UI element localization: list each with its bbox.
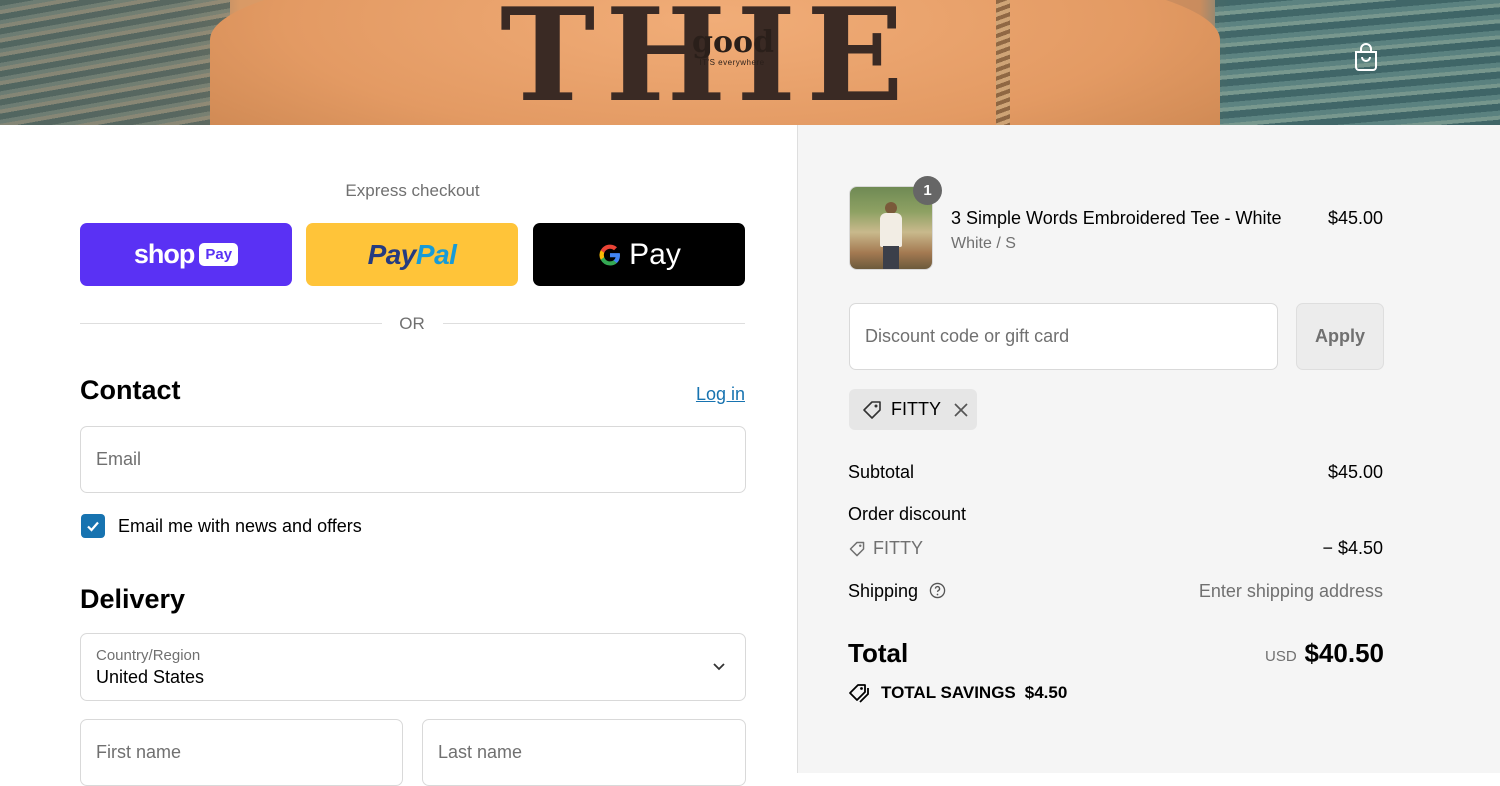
subtotal-label: Subtotal: [848, 462, 915, 482]
total-currency: USD: [1265, 648, 1297, 665]
applied-discount-code: FITTY: [891, 399, 941, 419]
paypal-logo-pay: Pay: [367, 238, 417, 270]
newsletter-checkbox[interactable]: [81, 514, 105, 538]
discount-value: − $4.50: [1322, 538, 1383, 558]
checkmark-icon: [87, 521, 99, 532]
last-name-input[interactable]: [423, 720, 745, 785]
total-savings-label: TOTAL SAVINGS: [881, 683, 1016, 702]
applied-discount-chip: FITTY: [849, 389, 977, 430]
apply-discount-button[interactable]: Apply: [1296, 303, 1384, 370]
hero-banner: THIE good IT'S everywhere: [0, 0, 1500, 125]
thumbnail-person-legs: [883, 246, 899, 269]
discount-code-text: FITTY: [873, 538, 923, 558]
discount-code-row: FITTY: [848, 538, 923, 559]
tag-icon: [863, 400, 881, 419]
total-label: Total: [848, 638, 909, 668]
product-variant: White / S: [951, 235, 1016, 252]
email-input[interactable]: [81, 427, 745, 492]
shop-pay-badge: Pay: [199, 243, 239, 266]
email-field[interactable]: [80, 426, 746, 493]
google-g-icon: [599, 244, 621, 265]
help-circle-icon[interactable]: [929, 582, 946, 599]
tag-icon: [849, 541, 865, 556]
store-logo[interactable]: good IT'S everywhere: [692, 25, 774, 68]
google-pay-button[interactable]: Pay: [533, 223, 745, 286]
login-link[interactable]: Log in: [640, 384, 745, 405]
paypal-button[interactable]: PayPal: [306, 223, 518, 286]
order-summary: 1 3 Simple Words Embroidered Tee - White…: [797, 125, 1500, 773]
country-label: Country/Region: [96, 647, 201, 664]
country-value: United States: [96, 667, 205, 687]
product-title: 3 Simple Words Embroidered Tee - White: [951, 208, 1282, 228]
subtotal-value: $45.00: [1327, 462, 1383, 482]
or-line-left: [80, 323, 382, 324]
hero-rope: [996, 0, 1010, 125]
hero-water-left: [0, 0, 230, 125]
order-discount-label: Order discount: [848, 504, 967, 524]
or-divider: OR: [80, 313, 745, 333]
remove-discount-icon[interactable]: [953, 402, 969, 418]
country-select[interactable]: Country/Region United States: [80, 633, 746, 701]
shop-pay-button[interactable]: shop Pay: [80, 223, 292, 286]
total-savings: TOTAL SAVINGS $4.50: [848, 682, 1067, 704]
paypal-logo-pal: Pal: [415, 238, 457, 270]
shipping-label: Shipping: [848, 581, 919, 601]
total-savings-value: $4.50: [1024, 683, 1068, 702]
discount-code-input[interactable]: [850, 304, 1277, 369]
shopping-bag-icon[interactable]: [1352, 42, 1380, 72]
store-logo-word: good: [692, 25, 774, 60]
total-value: $40.50: [1304, 638, 1384, 668]
or-text: OR: [399, 314, 425, 333]
or-line-right: [443, 323, 745, 324]
shop-pay-word: shop: [133, 239, 195, 269]
first-name-input[interactable]: [81, 720, 402, 785]
quantity-badge: 1: [913, 176, 942, 205]
checkout-form: Express checkout shop Pay PayPal Pay OR …: [0, 125, 797, 786]
express-checkout-label: Express checkout: [345, 181, 480, 200]
google-pay-logo: Pay: [597, 238, 681, 272]
product-price: $45.00: [1327, 208, 1383, 228]
first-name-field[interactable]: [80, 719, 403, 786]
paypal-logo: PayPal: [368, 239, 457, 271]
discount-code-field[interactable]: [849, 303, 1278, 370]
thumbnail-person-shirt: [880, 213, 902, 247]
shipping-row: Shipping: [848, 581, 946, 602]
delivery-heading: Delivery: [80, 584, 186, 614]
last-name-field[interactable]: [422, 719, 746, 786]
store-logo-tagline: IT'S everywhere: [699, 58, 765, 67]
newsletter-label: Email me with news and offers: [118, 516, 362, 536]
google-pay-word: Pay: [629, 237, 681, 271]
shipping-value: Enter shipping address: [1198, 581, 1383, 601]
chevron-down-icon: [713, 663, 725, 671]
savings-tag-icon: [849, 684, 869, 703]
contact-heading: Contact: [80, 375, 181, 405]
